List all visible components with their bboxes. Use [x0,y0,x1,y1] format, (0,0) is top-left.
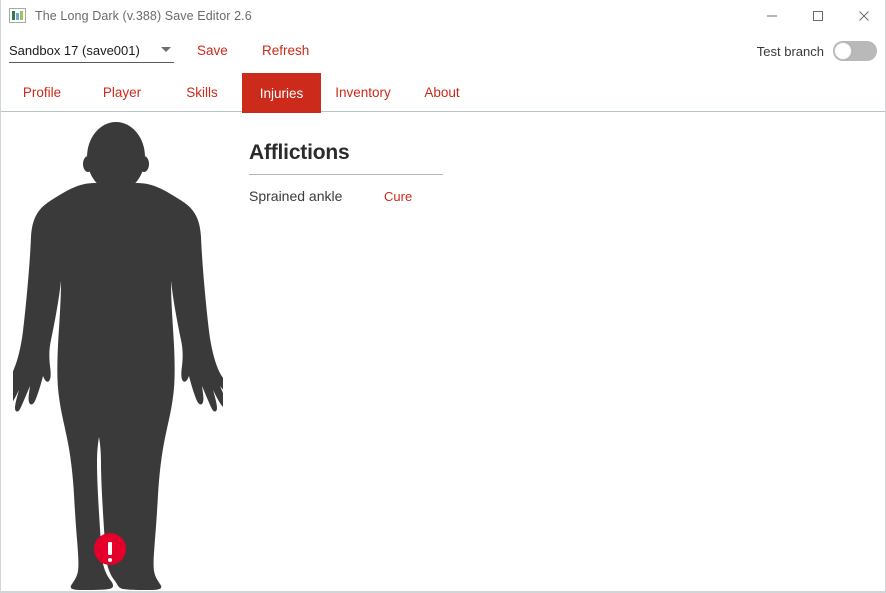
tab-skills[interactable]: Skills [169,73,235,112]
tab-inventory[interactable]: Inventory [325,73,401,112]
affliction-row: Sprained ankle Cure [249,175,459,204]
window-bottom-edge [1,591,885,592]
window-controls [749,0,885,31]
injury-marker-left-ankle[interactable] [94,533,126,565]
app-window: The Long Dark (v.388) Save Editor 2.6 Sa… [0,0,886,593]
save-slot-dropdown[interactable]: Sandbox 17 (save001) [9,38,174,63]
body-silhouette[interactable] [13,121,223,591]
close-button[interactable] [841,0,885,31]
chevron-down-icon [161,47,171,52]
app-picture-icon [9,8,26,23]
save-button[interactable]: Save [197,43,228,58]
tab-about[interactable]: About [409,73,475,112]
refresh-button[interactable]: Refresh [262,43,309,58]
content-area: Afflictions Sprained ankle Cure [1,113,885,592]
save-slot-value: Sandbox 17 (save001) [9,42,140,58]
tab-profile[interactable]: Profile [9,73,75,112]
tab-player[interactable]: Player [89,73,155,112]
tab-injuries[interactable]: Injuries [242,73,321,113]
test-branch-label: Test branch [756,43,824,59]
title-bar: The Long Dark (v.388) Save Editor 2.6 [1,0,885,31]
afflictions-heading: Afflictions [249,141,350,164]
test-branch-toggle[interactable] [833,41,877,61]
window-title: The Long Dark (v.388) Save Editor 2.6 [35,8,252,23]
maximize-button[interactable] [795,0,841,31]
afflictions-panel: Afflictions Sprained ankle Cure [249,141,459,204]
minimize-button[interactable] [749,0,795,31]
exclamation-icon [108,541,112,562]
toolbar: Sandbox 17 (save001) Save Refresh Test b… [1,31,885,73]
test-branch-control: Test branch [757,41,877,61]
affliction-name: Sprained ankle [249,188,343,204]
toggle-knob [834,42,852,60]
cure-button[interactable]: Cure [384,189,412,204]
tab-bar: Profile Player Skills Injuries Inventory… [1,73,885,113]
